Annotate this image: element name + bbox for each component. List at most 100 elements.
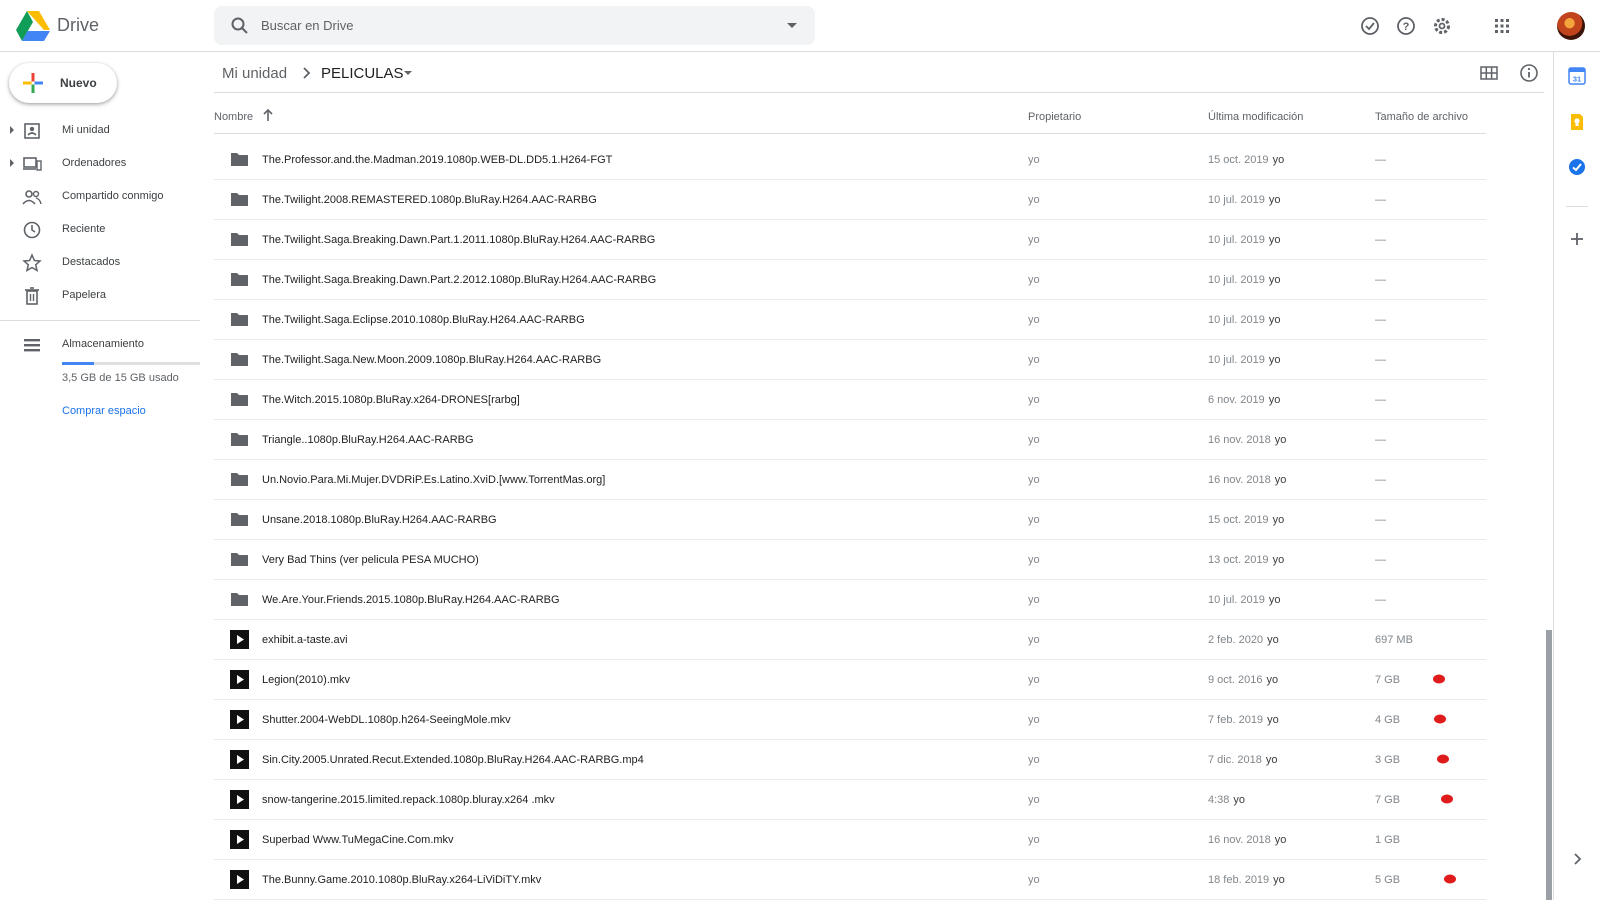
file-name[interactable]: Very Bad Thins (ver pelicula PESA MUCHO) bbox=[262, 554, 479, 566]
new-button[interactable]: Nuevo bbox=[9, 63, 117, 103]
file-row[interactable]: Shutter.2004-WebDL.1080p.h264-SeeingMole… bbox=[214, 700, 1486, 740]
folder-row[interactable]: Unsane.2018.1080p.BluRay.H264.AAC-RARBG y… bbox=[214, 500, 1486, 540]
scrollbar-thumb[interactable] bbox=[1546, 630, 1552, 900]
search-options-dropdown-icon[interactable] bbox=[787, 23, 797, 28]
file-name[interactable]: The.Professor.and.the.Madman.2019.1080p.… bbox=[262, 154, 612, 166]
search-bar[interactable]: Buscar en Drive bbox=[214, 6, 815, 45]
file-modified-by: yo bbox=[1272, 554, 1285, 566]
file-row[interactable]: Legion(2010).mkv yo 9 oct. 2016 yo 7 GB bbox=[214, 660, 1486, 700]
file-name[interactable]: Legion(2010).mkv bbox=[262, 674, 350, 686]
folder-row[interactable]: Very Bad Thins (ver pelicula PESA MUCHO)… bbox=[214, 540, 1486, 580]
file-modified: 9 oct. 2016 yo bbox=[1208, 674, 1278, 686]
file-modified-date: 15 oct. 2019 bbox=[1208, 514, 1269, 526]
sidebar-divider bbox=[0, 320, 200, 321]
apps-grid-icon[interactable] bbox=[1491, 15, 1513, 37]
sort-ascending-arrow-icon[interactable] bbox=[261, 108, 275, 122]
file-name[interactable]: Unsane.2018.1080p.BluRay.H264.AAC-RARBG bbox=[262, 514, 497, 526]
calendar-icon[interactable]: 31 bbox=[1568, 67, 1586, 85]
file-modified: 7 feb. 2019 yo bbox=[1208, 714, 1279, 726]
help-icon[interactable]: ? bbox=[1395, 15, 1417, 37]
file-name[interactable]: The.Twilight.Saga.Eclipse.2010.1080p.Blu… bbox=[262, 314, 585, 326]
column-header-owner[interactable]: Propietario bbox=[1028, 111, 1081, 123]
folder-row[interactable]: Triangle..1080p.BluRay.H264.AAC-RARBG yo 1… bbox=[214, 420, 1486, 460]
file-name[interactable]: Superbad Www.TuMegaCine.Com.mkv bbox=[262, 834, 454, 846]
folder-icon bbox=[231, 513, 248, 526]
tasks-icon[interactable] bbox=[1568, 158, 1586, 176]
folder-row[interactable]: We.Are.Your.Friends.2015.1080p.BluRay.H2… bbox=[214, 580, 1486, 620]
sidebar-item-trash[interactable]: Papelera bbox=[0, 279, 200, 311]
folder-icon bbox=[231, 353, 248, 366]
column-header-modified[interactable]: Última modificación bbox=[1208, 111, 1303, 123]
expand-panel-icon[interactable] bbox=[1568, 850, 1586, 868]
file-owner: yo bbox=[1028, 634, 1040, 646]
file-size: 5 GB bbox=[1375, 874, 1401, 886]
folder-menu-caret-icon[interactable] bbox=[404, 71, 412, 75]
side-panel-divider bbox=[1566, 206, 1588, 207]
breadcrumb-root[interactable]: Mi unidad bbox=[222, 65, 287, 82]
sidebar-item-computers[interactable]: Ordenadores bbox=[0, 147, 200, 179]
expand-caret-icon[interactable] bbox=[10, 159, 14, 167]
folder-row[interactable]: Un.Novio.Para.Mi.Mujer.DVDRiP.Es.Latino.… bbox=[214, 460, 1486, 500]
folder-row[interactable]: The.Twilight.Saga.Breaking.Dawn.Part.2.2… bbox=[214, 260, 1486, 300]
file-name[interactable]: The.Twilight.Saga.Breaking.Dawn.Part.2.2… bbox=[262, 274, 656, 286]
buy-storage-link[interactable]: Comprar espacio bbox=[62, 405, 146, 417]
file-name[interactable]: exhibit.a-taste.avi bbox=[262, 634, 348, 646]
column-header-name[interactable]: Nombre bbox=[214, 111, 253, 123]
settings-gear-icon[interactable] bbox=[1431, 15, 1453, 37]
sidebar-item-recent[interactable]: Reciente bbox=[0, 213, 200, 245]
support-check-icon[interactable] bbox=[1359, 15, 1381, 37]
sidebar-item-label: Ordenadores bbox=[62, 157, 127, 169]
add-addon-icon[interactable] bbox=[1568, 230, 1586, 248]
file-modified: 10 jul. 2019 yo bbox=[1208, 234, 1281, 246]
file-modified: 10 jul. 2019 yo bbox=[1208, 194, 1281, 206]
file-owner: yo bbox=[1028, 274, 1040, 286]
file-row[interactable]: The.Bunny.Game.2010.1080p.BluRay.x264-Li… bbox=[214, 860, 1486, 900]
folder-row[interactable]: The.Witch.2015.1080p.BluRay.x264-DRONES[… bbox=[214, 380, 1486, 420]
file-row[interactable]: exhibit.a-taste.avi yo 2 feb. 2020 yo 697 MB bbox=[214, 620, 1486, 660]
file-modified-by: yo bbox=[1266, 674, 1279, 686]
folder-row[interactable]: The.Professor.and.the.Madman.2019.1080p.… bbox=[214, 140, 1486, 180]
file-name[interactable]: snow-tangerine.2015.limited.repack.1080p… bbox=[262, 794, 555, 806]
file-size: — bbox=[1375, 554, 1386, 566]
file-modified-date: 2 feb. 2020 bbox=[1208, 634, 1264, 646]
expand-caret-icon[interactable] bbox=[10, 126, 14, 134]
app-name[interactable]: Drive bbox=[57, 15, 99, 36]
file-name[interactable]: Sin.City.2005.Unrated.Recut.Extended.108… bbox=[262, 754, 644, 766]
sidebar-item-my-drive[interactable]: Mi unidad bbox=[0, 114, 200, 146]
breadcrumb-current-folder[interactable]: PELICULAS bbox=[321, 65, 404, 82]
file-row[interactable]: Sin.City.2005.Unrated.Recut.Extended.108… bbox=[214, 740, 1486, 780]
file-modified-by: yo bbox=[1268, 274, 1281, 286]
file-name[interactable]: The.Twilight.Saga.New.Moon.2009.1080p.Bl… bbox=[262, 354, 601, 366]
sidebar-item-shared[interactable]: Compartido conmigo bbox=[0, 180, 200, 212]
folder-row[interactable]: The.Twilight.Saga.Eclipse.2010.1080p.Blu… bbox=[214, 300, 1486, 340]
file-modified: 16 nov. 2018 yo bbox=[1208, 474, 1286, 486]
file-row[interactable]: Superbad Www.TuMegaCine.Com.mkv yo 16 nov.… bbox=[214, 820, 1486, 860]
file-name[interactable]: We.Are.Your.Friends.2015.1080p.BluRay.H2… bbox=[262, 594, 560, 606]
file-name[interactable]: The.Twilight.2008.REMASTERED.1080p.BluRa… bbox=[262, 194, 597, 206]
file-size: 7 GB bbox=[1375, 674, 1401, 686]
file-name[interactable]: The.Twilight.Saga.Breaking.Dawn.Part.1.2… bbox=[262, 234, 655, 246]
file-row[interactable]: snow-tangerine.2015.limited.repack.1080p… bbox=[214, 780, 1486, 820]
drive-logo-icon[interactable] bbox=[16, 11, 50, 41]
search-icon[interactable] bbox=[230, 16, 250, 36]
sidebar-item-storage[interactable]: Almacenamiento bbox=[0, 328, 200, 360]
file-modified-date: 9 oct. 2016 bbox=[1208, 674, 1263, 686]
file-name[interactable]: Triangle..1080p.BluRay.H264.AAC-RARBG bbox=[262, 434, 474, 446]
account-avatar[interactable] bbox=[1557, 12, 1585, 40]
file-name[interactable]: The.Witch.2015.1080p.BluRay.x264-DRONES[… bbox=[262, 394, 520, 406]
file-size: 4 GB bbox=[1375, 714, 1401, 726]
search-input[interactable]: Buscar en Drive bbox=[261, 18, 353, 33]
info-icon[interactable] bbox=[1519, 63, 1539, 83]
column-header-size[interactable]: Tamaño de archivo bbox=[1375, 111, 1468, 123]
file-modified-by: yo bbox=[1274, 434, 1287, 446]
file-name[interactable]: Shutter.2004-WebDL.1080p.h264-SeeingMole… bbox=[262, 714, 511, 726]
folder-row[interactable]: The.Twilight.Saga.New.Moon.2009.1080p.Bl… bbox=[214, 340, 1486, 380]
keep-icon[interactable] bbox=[1568, 113, 1586, 131]
file-owner: yo bbox=[1028, 474, 1040, 486]
file-name[interactable]: Un.Novio.Para.Mi.Mujer.DVDRiP.Es.Latino.… bbox=[262, 474, 605, 486]
folder-row[interactable]: The.Twilight.2008.REMASTERED.1080p.BluRa… bbox=[214, 180, 1486, 220]
folder-row[interactable]: The.Twilight.Saga.Breaking.Dawn.Part.1.2… bbox=[214, 220, 1486, 260]
sidebar-item-starred[interactable]: Destacados bbox=[0, 246, 200, 278]
grid-view-icon[interactable] bbox=[1479, 63, 1499, 83]
file-name[interactable]: The.Bunny.Game.2010.1080p.BluRay.x264-Li… bbox=[262, 874, 541, 886]
